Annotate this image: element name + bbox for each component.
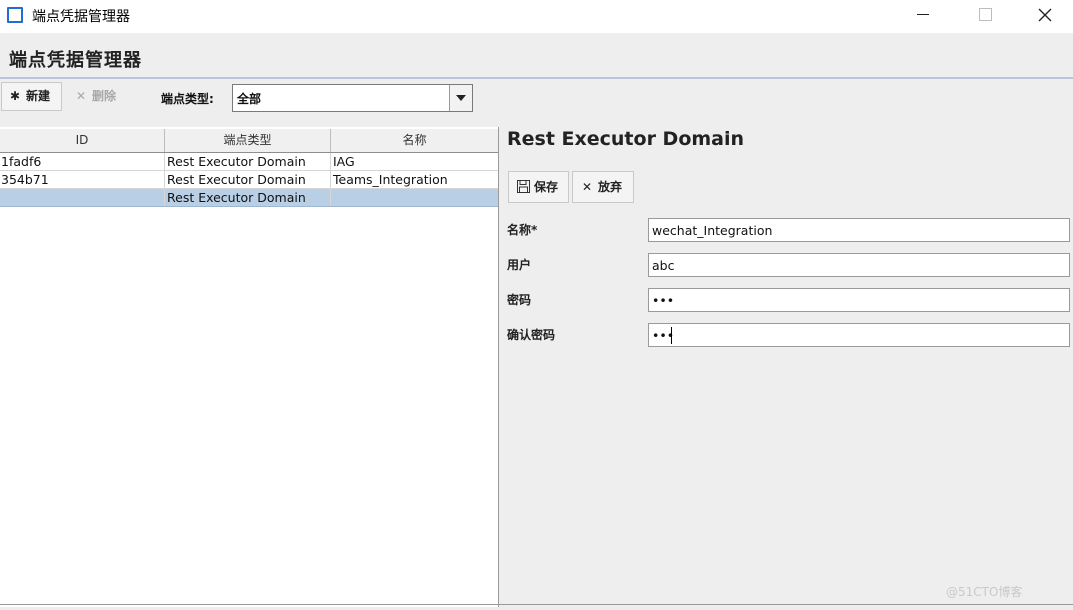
table-row[interactable]: 354b71 Rest Executor Domain Teams_Integr… — [0, 171, 498, 189]
window-title: 端点凭据管理器 — [32, 9, 130, 25]
name-field[interactable] — [648, 218, 1070, 242]
discard-button[interactable]: ✕ 放弃 — [572, 171, 634, 203]
minimize-icon — [917, 14, 929, 15]
maximize-icon — [978, 8, 992, 21]
header-band — [0, 33, 1073, 79]
page-title: 端点凭据管理器 — [9, 50, 142, 71]
cell-type: Rest Executor Domain — [165, 153, 331, 170]
cell-type: Rest Executor Domain — [165, 189, 331, 206]
password-field[interactable] — [648, 288, 1070, 312]
name-field-label: 名称* — [507, 223, 538, 237]
detail-title: Rest Executor Domain — [507, 128, 745, 150]
table-row[interactable]: 1fadf6 Rest Executor Domain IAG — [0, 153, 498, 171]
x-icon: ✕ — [75, 89, 87, 103]
cell-name — [331, 189, 498, 206]
endpoint-type-select[interactable]: 全部 — [232, 84, 473, 112]
save-button[interactable]: 保存 — [508, 171, 569, 203]
confirm-password-field[interactable] — [648, 323, 1070, 347]
delete-button-label: 删除 — [92, 89, 117, 103]
confirm-password-field-label: 确认密码 — [507, 328, 556, 342]
text-caret — [671, 327, 672, 344]
window-bottom-border — [0, 604, 1073, 605]
x-icon: ✕ — [581, 180, 593, 194]
window-titlebar: 端点凭据管理器 — [0, 0, 1073, 32]
column-header-id[interactable]: ID — [0, 129, 165, 152]
minimize-button[interactable] — [900, 0, 946, 32]
cell-id: 1fadf6 — [0, 153, 165, 170]
chevron-down-icon[interactable] — [449, 85, 472, 111]
close-button[interactable] — [1022, 0, 1068, 32]
user-field[interactable] — [648, 253, 1070, 277]
table-header: ID 端点类型 名称 — [0, 129, 498, 153]
close-icon — [1038, 8, 1052, 21]
cell-id: 354b71 — [0, 171, 165, 188]
table-row-selected[interactable]: Rest Executor Domain — [0, 189, 498, 207]
new-button[interactable]: ✱ 新建 — [1, 82, 62, 111]
save-button-label: 保存 — [534, 180, 559, 194]
user-field-label: 用户 — [507, 258, 532, 272]
app-window-icon — [7, 7, 23, 23]
asterisk-icon: ✱ — [9, 89, 21, 103]
floppy-disk-icon — [516, 172, 530, 202]
column-header-name[interactable]: 名称 — [331, 129, 498, 152]
new-button-label: 新建 — [26, 89, 51, 103]
watermark: @51CTO博客 — [946, 585, 1023, 599]
cell-name: IAG — [333, 154, 355, 169]
cell-type: Rest Executor Domain — [165, 171, 331, 188]
endpoint-type-filter-label: 端点类型: — [161, 92, 214, 106]
delete-button[interactable]: ✕ 删除 — [67, 82, 125, 111]
maximize-button[interactable] — [962, 0, 1008, 32]
discard-button-label: 放弃 — [598, 180, 623, 194]
endpoint-type-selected-value: 全部 — [237, 92, 262, 106]
column-header-type[interactable]: 端点类型 — [165, 129, 331, 152]
password-field-label: 密码 — [507, 293, 532, 307]
cell-id — [0, 189, 165, 206]
cell-name: Teams_Integration — [333, 172, 448, 187]
